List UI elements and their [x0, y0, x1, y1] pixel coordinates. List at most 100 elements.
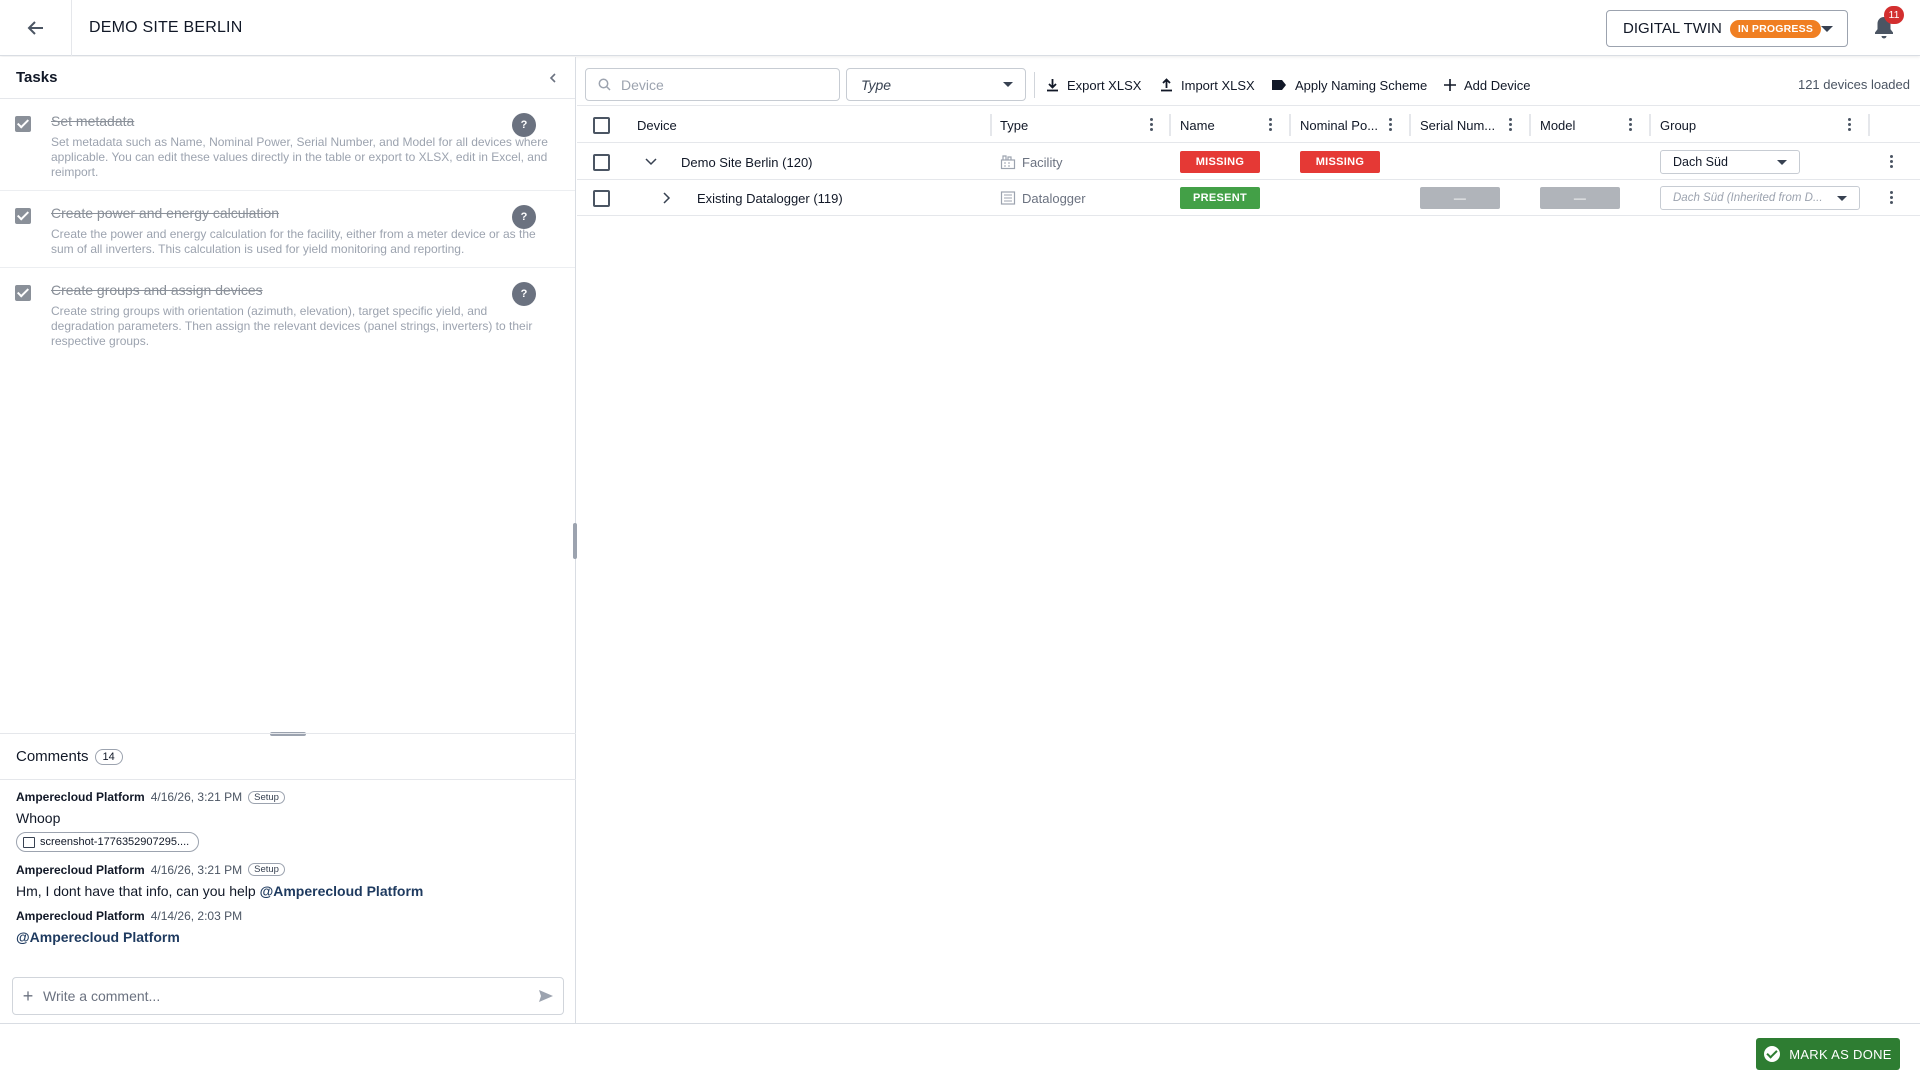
- column-separator[interactable]: [1649, 114, 1651, 136]
- datalogger-icon: [1000, 191, 1016, 205]
- group-select[interactable]: Dach Süd (Inherited from D...: [1660, 186, 1860, 210]
- tasks-panel: Tasks Set metadata Set metadata such as …: [0, 57, 576, 1023]
- select-all-checkbox[interactable]: [593, 116, 610, 134]
- mention-link[interactable]: @Amperecloud Platform: [260, 883, 424, 899]
- comments-count-badge: 14: [94, 748, 123, 765]
- nominal-power-status-badge[interactable]: MISSING: [1300, 151, 1380, 173]
- column-separator[interactable]: [1169, 114, 1171, 136]
- comment-input[interactable]: [43, 988, 529, 1004]
- export-xlsx-button[interactable]: Export XLSX: [1046, 75, 1141, 95]
- site-title: DEMO SITE BERLIN: [89, 18, 243, 36]
- chevron-right-icon: [663, 192, 671, 204]
- device-name: Existing Datalogger (119): [697, 190, 843, 206]
- top-bar: DEMO SITE BERLIN DIGITAL TWIN IN PROGRES…: [0, 0, 1920, 56]
- column-separator[interactable]: [1868, 114, 1870, 136]
- module-label: DIGITAL TWIN: [1623, 20, 1722, 37]
- search-input[interactable]: [621, 76, 821, 93]
- comment-tag: Setup: [248, 790, 285, 804]
- column-separator[interactable]: [990, 114, 992, 136]
- export-xlsx-label: Export XLSX: [1067, 77, 1142, 93]
- column-menu-icon[interactable]: [1389, 118, 1393, 132]
- add-device-label: Add Device: [1464, 77, 1531, 93]
- comment-tag: Setup: [248, 863, 285, 876]
- add-attachment-icon[interactable]: +: [13, 986, 43, 1007]
- chevron-down-icon: [1837, 196, 1847, 201]
- column-menu-icon[interactable]: [1269, 118, 1273, 132]
- row-checkbox[interactable]: [593, 153, 610, 171]
- send-button[interactable]: [529, 989, 563, 1003]
- comment-item: Amperecloud Platform 4/16/26, 3:21 PM Se…: [0, 863, 576, 899]
- collapse-panel-icon[interactable]: [547, 72, 559, 84]
- group-select[interactable]: Dach Süd: [1660, 150, 1800, 174]
- back-button[interactable]: [0, 0, 72, 56]
- group-select-value: Dach Süd: [1673, 155, 1728, 169]
- import-xlsx-label: Import XLSX: [1181, 77, 1255, 93]
- device-type: Facility: [1000, 144, 1062, 180]
- column-separator[interactable]: [1529, 114, 1531, 136]
- device-search[interactable]: [585, 68, 840, 101]
- task-checkbox[interactable]: [15, 208, 31, 224]
- row-menu-icon[interactable]: [1890, 155, 1894, 169]
- apply-naming-scheme-button[interactable]: Apply Naming Scheme: [1271, 75, 1427, 95]
- name-status-badge[interactable]: PRESENT: [1180, 187, 1260, 209]
- chevron-down-icon: [1821, 26, 1833, 32]
- device-type: Datalogger: [1000, 180, 1086, 216]
- table-row[interactable]: Existing Datalogger (119) Datalogger PRE…: [577, 180, 1920, 216]
- column-header-serial-number[interactable]: Serial Num...: [1420, 106, 1495, 144]
- task-checkbox[interactable]: [15, 285, 31, 301]
- toolbar-divider: [1034, 72, 1035, 98]
- mark-as-done-button[interactable]: MARK AS DONE: [1756, 1038, 1900, 1070]
- chevron-down-icon: [645, 158, 657, 166]
- plus-icon: [1444, 79, 1456, 91]
- column-menu-icon[interactable]: [1150, 118, 1154, 132]
- column-menu-icon[interactable]: [1629, 118, 1633, 132]
- comment-text: @Amperecloud Platform: [16, 929, 560, 945]
- column-separator[interactable]: [1409, 114, 1411, 136]
- help-icon[interactable]: ?: [512, 205, 536, 229]
- import-xlsx-button[interactable]: Import XLSX: [1160, 75, 1255, 95]
- column-header-model[interactable]: Model: [1540, 106, 1575, 144]
- name-status-badge[interactable]: MISSING: [1180, 151, 1260, 173]
- add-device-button[interactable]: Add Device: [1444, 75, 1530, 95]
- row-checkbox[interactable]: [593, 189, 610, 207]
- task-checkbox[interactable]: [15, 116, 31, 132]
- device-name: Demo Site Berlin (120): [681, 154, 813, 170]
- module-select[interactable]: DIGITAL TWIN IN PROGRESS: [1606, 10, 1848, 47]
- comment-author: Amperecloud Platform: [16, 862, 145, 877]
- type-filter-select[interactable]: Type: [846, 68, 1026, 101]
- collapse-row-toggle[interactable]: [645, 144, 657, 180]
- mention-link[interactable]: @Amperecloud Platform: [16, 929, 180, 945]
- comment-time: 4/16/26, 3:21 PM: [150, 790, 243, 804]
- column-header-type[interactable]: Type: [1000, 106, 1028, 144]
- column-header-nominal-power[interactable]: Nominal Po...: [1300, 106, 1378, 144]
- column-menu-icon[interactable]: [1848, 118, 1852, 132]
- chevron-down-icon: [1777, 160, 1787, 165]
- table-row[interactable]: Demo Site Berlin (120) Facility MISSING …: [577, 144, 1920, 180]
- model-cell[interactable]: —: [1540, 187, 1620, 209]
- task-description: Create string groups with orientation (a…: [51, 304, 533, 348]
- column-header-device[interactable]: Device: [637, 106, 677, 144]
- column-header-name[interactable]: Name: [1180, 106, 1215, 144]
- comment-item: Amperecloud Platform 4/14/26, 2:03 PM @A…: [0, 909, 576, 945]
- comment-text: Whoop: [16, 810, 61, 826]
- label-tag-icon: [1272, 80, 1286, 90]
- comment-time: 4/14/26, 2:03 PM: [150, 908, 243, 923]
- help-icon[interactable]: ?: [512, 282, 536, 306]
- devices-panel: Type Export XLSX Import XLSX Apply Namin…: [577, 57, 1920, 1023]
- help-icon[interactable]: ?: [512, 113, 536, 137]
- comment-time: 4/16/26, 3:21 PM: [150, 862, 243, 877]
- expand-row-toggle[interactable]: [663, 180, 671, 216]
- type-filter-label: Type: [861, 76, 892, 93]
- task-description: Set metadata such as Name, Nominal Power…: [51, 135, 548, 179]
- serial-number-cell[interactable]: —: [1420, 187, 1500, 209]
- column-separator[interactable]: [1289, 114, 1291, 136]
- attachment-chip[interactable]: screenshot-1776352907295....: [16, 832, 200, 852]
- search-icon: [598, 78, 611, 91]
- column-menu-icon[interactable]: [1509, 118, 1513, 132]
- row-menu-icon[interactable]: [1890, 191, 1894, 205]
- comment-item: Amperecloud Platform 4/16/26, 3:21 PM Se…: [0, 790, 576, 853]
- device-type-label: Datalogger: [1022, 190, 1086, 206]
- notification-count-badge: 11: [1884, 6, 1904, 24]
- devices-loaded-count: 121 devices loaded: [1797, 77, 1910, 92]
- column-header-group[interactable]: Group: [1660, 106, 1696, 144]
